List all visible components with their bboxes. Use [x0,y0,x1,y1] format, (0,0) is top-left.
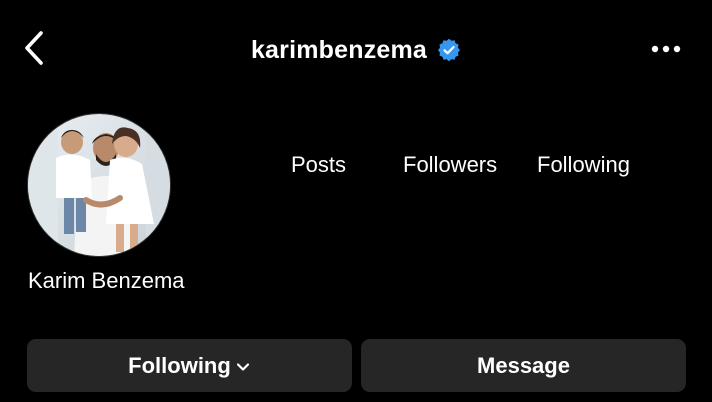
username: karimbenzema [250,35,428,64]
verified-badge-icon [437,38,461,62]
message-button[interactable]: Message [361,339,686,392]
display-name: Karim Benzema [28,268,185,293]
stat-posts[interactable]: Posts [291,152,346,178]
following-button-label: Following [128,352,231,378]
more-options-button[interactable] [644,32,688,66]
profile-header: karimbenzema [0,0,712,96]
stat-followers[interactable]: Followers [403,152,497,178]
username-title: karimbenzema [0,30,712,70]
more-horizontal-icon [651,45,681,53]
chevron-down-icon [235,359,251,375]
stat-following[interactable]: Following [537,152,630,178]
following-button[interactable]: Following [27,339,352,392]
message-button-label: Message [477,352,570,378]
profile-stats: Posts Followers Following [0,152,712,186]
